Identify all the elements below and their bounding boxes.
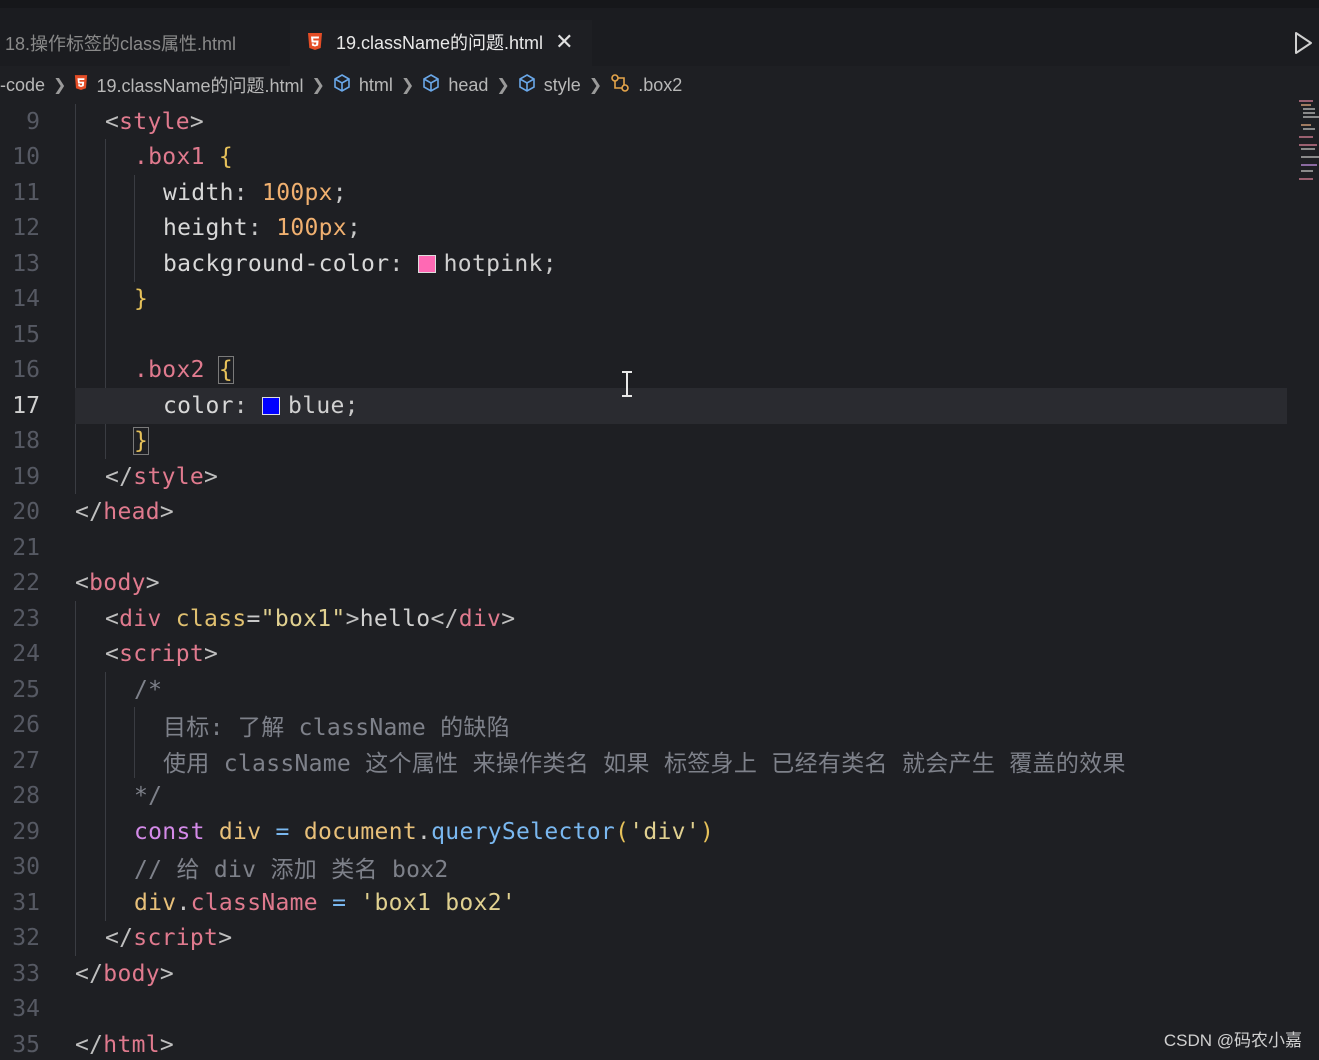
line-number: 35 — [12, 1031, 40, 1058]
line-number: 16 — [12, 357, 40, 384]
line-number: 25 — [12, 676, 40, 703]
line-number: 18 — [12, 428, 40, 455]
code-line: 13 background-color: hotpink; — [0, 246, 1319, 282]
line-number: 30 — [12, 854, 40, 881]
code-line-current: 17 color: blue; — [0, 388, 1319, 424]
code-line: 19 </style> — [0, 459, 1319, 495]
line-number: 17 — [12, 392, 40, 419]
code-line: 33 </body> — [0, 956, 1319, 992]
code-line: 28 */ — [0, 779, 1319, 815]
color-swatch-blue[interactable] — [262, 396, 281, 415]
line-number: 10 — [12, 144, 40, 171]
chevron-right-icon: ❯ — [53, 77, 67, 94]
code-line: 32 </script> — [0, 921, 1319, 957]
code-line: 16 .box2 { — [0, 353, 1319, 389]
tab-label: 18.操作标签的class属性.html — [5, 34, 237, 54]
tab-file-19[interactable]: 19.className的问题.html ✕ — [290, 20, 592, 66]
html5-icon — [74, 74, 88, 96]
line-number: 34 — [12, 996, 40, 1023]
line-number: 20 — [12, 499, 40, 526]
breadcrumb-head[interactable]: head — [422, 73, 488, 97]
tab-file-18[interactable]: 18.操作标签的class属性.html — [0, 20, 290, 66]
title-strip — [0, 0, 1319, 8]
close-icon[interactable]: ✕ — [555, 29, 573, 55]
code-line: 24 <script> — [0, 637, 1319, 673]
line-number: 9 — [26, 108, 40, 135]
code-line: 26 目标: 了解 className 的缺陷 — [0, 708, 1319, 744]
cube-icon — [518, 73, 536, 97]
chevron-right-icon: ❯ — [400, 77, 415, 94]
chevron-right-icon: ❯ — [496, 77, 510, 94]
line-number: 29 — [12, 818, 40, 845]
chevron-right-icon: ❯ — [588, 77, 603, 94]
line-number: 12 — [12, 215, 40, 242]
line-number: 21 — [12, 534, 40, 561]
code-line: 34 — [0, 992, 1319, 1028]
cube-icon — [333, 73, 351, 97]
code-line: 31 div.className = 'box1 box2' — [0, 885, 1319, 921]
cube-icon — [422, 73, 440, 97]
line-number: 27 — [12, 747, 40, 774]
breadcrumb-style[interactable]: style — [518, 73, 581, 97]
code-line: 29 const div = document.querySelector('d… — [0, 814, 1319, 850]
matching-bracket: { — [217, 356, 235, 385]
code-line: 21 — [0, 530, 1319, 566]
line-number: 13 — [12, 250, 40, 277]
tab-label: 19.className的问题.html — [336, 33, 544, 53]
code-line: 20 </head> — [0, 495, 1319, 531]
code-line: 27 使用 className 这个属性 来操作类名 如果 标签身上 已经有类名… — [0, 743, 1319, 779]
line-number: 19 — [12, 463, 40, 490]
text-cursor-icon — [620, 370, 634, 403]
color-swatch-hotpink[interactable] — [417, 254, 436, 273]
line-number: 15 — [12, 321, 40, 348]
tab-bar: 18.操作标签的class属性.html 19.className的问题.htm… — [0, 0, 1319, 66]
line-number: 26 — [12, 712, 40, 739]
code-line: 10 .box1 { — [0, 140, 1319, 176]
code-editor[interactable]: 9 <style> 10 .box1 { 11 width: 100px; 12… — [0, 104, 1319, 1060]
code-line: 14 } — [0, 282, 1319, 318]
html5-icon — [307, 33, 323, 51]
code-line: 12 height: 100px; — [0, 211, 1319, 247]
run-icon[interactable] — [1291, 30, 1315, 56]
code-line: 35 </html> — [0, 1027, 1319, 1060]
breadcrumb-selector[interactable]: .box2 — [610, 73, 682, 97]
code-line: 22 <body> — [0, 566, 1319, 602]
code-line: 25 /* — [0, 672, 1319, 708]
breadcrumb-root[interactable]: -code — [0, 75, 45, 96]
selector-icon — [610, 73, 630, 97]
line-number: 23 — [12, 605, 40, 632]
code-line: 30 // 给 div 添加 类名 box2 — [0, 850, 1319, 886]
breadcrumb: -code ❯ 19.className的问题.html ❯ html ❯ he… — [0, 68, 682, 102]
code-line: 15 — [0, 317, 1319, 353]
matching-bracket: } — [132, 427, 150, 456]
watermark: CSDN @码农小嘉 — [1163, 1031, 1302, 1050]
line-number: 14 — [12, 286, 40, 313]
line-number: 11 — [12, 179, 40, 206]
line-number: 22 — [12, 570, 40, 597]
code-line: 23 <div class="box1">hello</div> — [0, 601, 1319, 637]
code-line: 18 } — [0, 424, 1319, 460]
line-number: 32 — [12, 925, 40, 952]
code-line: 11 width: 100px; — [0, 175, 1319, 211]
breadcrumb-file[interactable]: 19.className的问题.html — [74, 72, 304, 98]
line-number: 24 — [12, 641, 40, 668]
code-line: 9 <style> — [0, 104, 1319, 140]
breadcrumb-html[interactable]: html — [333, 73, 393, 97]
line-number: 31 — [12, 889, 40, 916]
chevron-right-icon: ❯ — [311, 77, 325, 94]
line-number: 33 — [12, 960, 40, 987]
line-number: 28 — [12, 783, 40, 810]
